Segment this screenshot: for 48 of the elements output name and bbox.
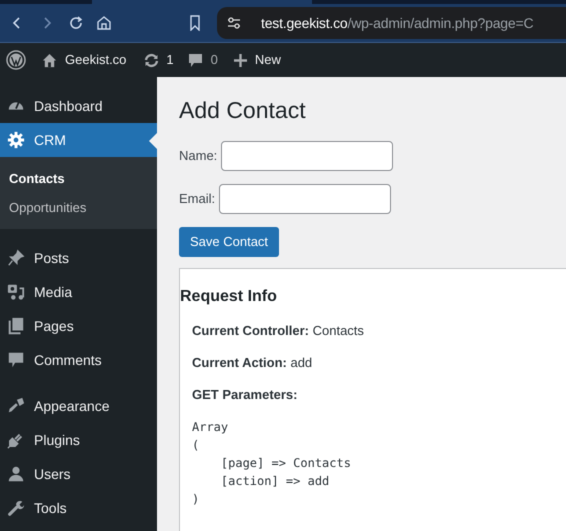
page-title: Add Contact [179, 96, 307, 125]
sidebar-item[interactable]: Plugins [0, 423, 157, 457]
site-link[interactable]: Geekist.co [42, 50, 126, 70]
refresh-icon [143, 52, 160, 68]
comments-link[interactable]: 0 [188, 50, 218, 70]
sidebar-item[interactable]: Pages [0, 309, 157, 343]
wordpress-logo-icon[interactable] [6, 50, 26, 70]
reload-icon[interactable] [68, 15, 84, 31]
sidebar-item[interactable]: CRM [0, 123, 157, 157]
camera-music-icon [7, 283, 25, 301]
sidebar-item[interactable]: Users [0, 457, 157, 491]
sidebar-item[interactable]: Comments [0, 343, 157, 377]
info-line: Current Controller: Contacts [192, 322, 365, 340]
gear-icon [7, 131, 25, 149]
text-field[interactable] [221, 141, 394, 171]
sidebar-item[interactable]: Media [0, 275, 157, 309]
submenu-item[interactable]: Contacts [0, 164, 157, 193]
menu-pointer-icon [149, 133, 157, 149]
wrench-icon [7, 499, 25, 517]
sidebar-item[interactable]: Appearance [0, 389, 157, 423]
sidebar-item[interactable]: Dashboard [0, 89, 157, 123]
info-line: GET Parameters: [192, 386, 298, 404]
bookmark-icon[interactable] [188, 15, 202, 31]
submenu-item[interactable]: Opportunities [0, 193, 157, 222]
code-output: Array ( [page] => Contacts [action] => add ) [191, 419, 352, 508]
site-settings-icon[interactable] [227, 17, 241, 29]
house-icon [42, 52, 57, 68]
updates-link[interactable]: 1 [143, 50, 174, 70]
save-contact-button[interactable]: Save Contact [179, 227, 280, 257]
sidebar-item[interactable]: Posts [0, 241, 157, 275]
paintbrush-icon [7, 397, 25, 415]
field-label: Email: [179, 190, 216, 208]
plug-icon [7, 431, 25, 449]
speech-bubble-icon [7, 351, 25, 369]
panel-heading: Request Info [180, 287, 278, 307]
plus-icon [234, 54, 247, 66]
pages-icon [7, 317, 25, 335]
sidebar-item[interactable]: Tools [0, 491, 157, 525]
info-line: Current Action: add [192, 354, 314, 372]
pushpin-icon [7, 249, 25, 267]
home-icon[interactable] [96, 15, 112, 31]
field-label: Name: [179, 147, 218, 166]
address-bar[interactable]: test.geekist.co/wp-admin/admin.php?page=C [217, 7, 566, 39]
text-field[interactable] [219, 184, 392, 214]
url-text: test.geekist.co/wp-admin/admin.php?page=C [261, 14, 534, 33]
person-icon [7, 465, 25, 483]
new-link[interactable]: New [234, 50, 281, 70]
speech-bubble-icon [188, 52, 203, 68]
